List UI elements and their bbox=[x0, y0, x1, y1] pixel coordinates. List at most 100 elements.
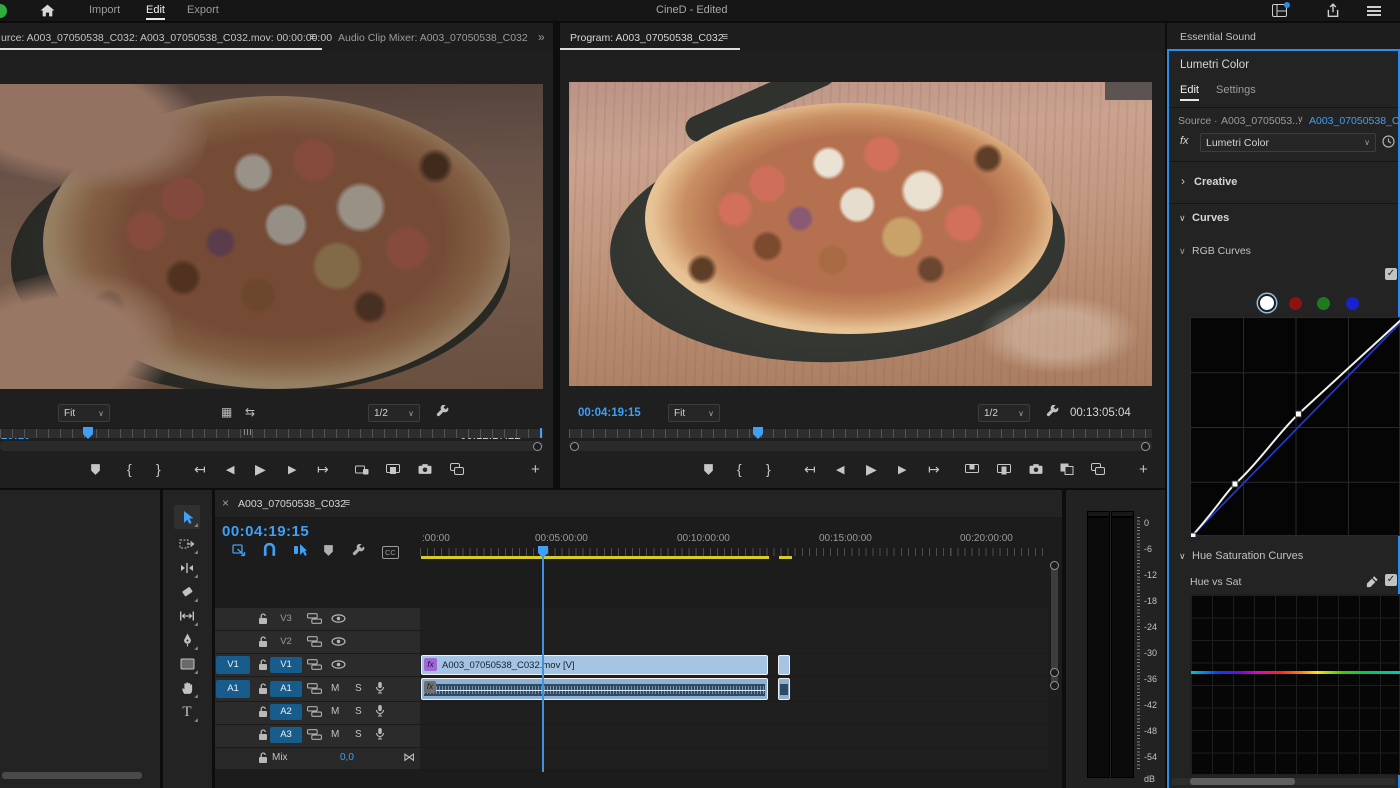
lock-icon[interactable] bbox=[258, 659, 268, 671]
goto-in-button[interactable]: ↤ bbox=[194, 461, 206, 478]
timeline-panel-menu-icon[interactable]: ≡ bbox=[344, 497, 350, 509]
lumetri-effect-select[interactable]: Lumetri Color ∨ bbox=[1200, 133, 1376, 152]
button-editor-plus[interactable]: + bbox=[1139, 461, 1148, 478]
lumetri-master-clip[interactable]: A003_07050538_C0 bbox=[1309, 115, 1399, 127]
goto-out-button[interactable]: ↦ bbox=[928, 461, 940, 478]
goto-in-button[interactable]: ↤ bbox=[804, 461, 816, 478]
button-editor-plus[interactable]: + bbox=[531, 461, 540, 478]
lock-icon[interactable] bbox=[258, 683, 268, 695]
ripple-edit-tool[interactable] bbox=[174, 556, 200, 580]
lumetri-tab-settings[interactable]: Settings bbox=[1216, 84, 1256, 96]
step-back-button[interactable]: ◀ bbox=[836, 463, 844, 476]
track-lane-mix[interactable] bbox=[420, 748, 1048, 769]
lock-icon[interactable] bbox=[258, 752, 268, 764]
tab-program[interactable]: Program: A003_07050538_C032 bbox=[570, 32, 724, 44]
program-time-ruler[interactable] bbox=[569, 428, 1152, 438]
menu-edit[interactable]: Edit bbox=[146, 4, 165, 20]
app-menu-icon[interactable] bbox=[1366, 5, 1382, 17]
program-wrench-icon[interactable] bbox=[1046, 405, 1059, 418]
extract-icon[interactable] bbox=[386, 464, 400, 475]
source-more-tabs-icon[interactable]: » bbox=[538, 30, 545, 44]
mark-in-button[interactable]: { bbox=[127, 461, 132, 477]
selection-tool[interactable] bbox=[174, 505, 200, 529]
effect-clock-icon[interactable] bbox=[1382, 135, 1395, 148]
curve-channel-red[interactable] bbox=[1289, 297, 1302, 310]
chevron-right-icon[interactable]: › bbox=[1181, 174, 1185, 188]
timeline-handle-3[interactable] bbox=[1050, 681, 1059, 690]
menu-import[interactable]: Import bbox=[89, 4, 120, 16]
curve-channel-blue[interactable] bbox=[1346, 297, 1359, 310]
source-video-frame[interactable] bbox=[0, 84, 543, 389]
section-creative[interactable]: Creative bbox=[1194, 176, 1237, 188]
program-resolution-select[interactable]: 1/2 ∨ bbox=[978, 404, 1030, 422]
rgb-curves-checkbox[interactable]: ✓ bbox=[1385, 268, 1397, 280]
captions-icon[interactable]: CC bbox=[382, 546, 399, 559]
program-panel-menu-icon[interactable]: ≡ bbox=[722, 31, 728, 43]
mic-icon[interactable] bbox=[375, 704, 385, 718]
timeline-playhead-line[interactable] bbox=[542, 556, 544, 772]
tab-sequence[interactable]: A003_07050538_C032 bbox=[238, 498, 346, 510]
snap-magnet-icon[interactable] bbox=[263, 543, 276, 557]
hue-spectrum-line[interactable] bbox=[1191, 671, 1400, 674]
rgb-curve-editor[interactable] bbox=[1190, 317, 1400, 536]
play-button[interactable]: ▶ bbox=[255, 461, 266, 478]
mic-icon[interactable] bbox=[375, 681, 385, 695]
keyframe-bowtie-icon[interactable]: ⋈ bbox=[403, 750, 415, 764]
mark-out-button[interactable]: } bbox=[156, 461, 161, 477]
chevron-down-icon[interactable]: ∨ bbox=[1297, 114, 1304, 125]
tab-source[interactable]: urce: A003_07050538_C032: A003_07050538_… bbox=[1, 32, 332, 44]
eye-icon[interactable] bbox=[331, 637, 346, 646]
source-compare-icon[interactable]: ⇆ bbox=[245, 405, 255, 419]
step-forward-button[interactable]: ▶ bbox=[898, 463, 906, 476]
program-timecode[interactable]: 00:04:19:15 bbox=[578, 407, 641, 419]
timeline-settings-wrench-icon[interactable] bbox=[352, 544, 365, 557]
lock-icon[interactable] bbox=[258, 706, 268, 718]
add-marker-icon[interactable] bbox=[323, 544, 334, 557]
program-fit-select[interactable]: Fit ∨ bbox=[668, 404, 720, 422]
section-hue-saturation-curves[interactable]: Hue Saturation Curves bbox=[1192, 550, 1303, 562]
chevron-down-icon[interactable]: ∨ bbox=[1179, 246, 1186, 257]
hue-vs-sat-checkbox[interactable]: ✓ bbox=[1385, 574, 1397, 586]
step-forward-button[interactable]: ▶ bbox=[288, 463, 296, 476]
solo-button[interactable]: S bbox=[355, 729, 362, 740]
lift-icon[interactable] bbox=[965, 464, 979, 475]
track-select-forward-tool[interactable] bbox=[174, 532, 200, 556]
track-label-a2[interactable]: A2 bbox=[270, 704, 302, 720]
curve-channel-white[interactable] bbox=[1260, 296, 1274, 310]
nest-toggle-icon[interactable] bbox=[232, 544, 246, 557]
sync-lock-icon[interactable] bbox=[307, 613, 322, 624]
program-zoom-scrollbar[interactable] bbox=[569, 441, 1152, 451]
type-tool[interactable]: T bbox=[174, 700, 200, 724]
razor-tool[interactable] bbox=[174, 580, 200, 604]
comparison-view-icon[interactable] bbox=[450, 463, 464, 475]
step-back-button[interactable]: ◀ bbox=[226, 463, 234, 476]
hand-tool[interactable] bbox=[174, 676, 200, 700]
mute-button[interactable]: M bbox=[331, 706, 339, 717]
multicam-icon[interactable] bbox=[1060, 463, 1074, 475]
slip-tool[interactable] bbox=[174, 604, 200, 628]
linked-selection-icon[interactable] bbox=[293, 543, 308, 557]
audio-clip-fragment[interactable] bbox=[778, 678, 790, 700]
mute-button[interactable]: M bbox=[331, 729, 339, 740]
source-wrench-icon[interactable] bbox=[436, 405, 449, 418]
add-marker-icon[interactable] bbox=[90, 463, 101, 476]
track-label-a3[interactable]: A3 bbox=[270, 727, 302, 743]
chevron-down-icon[interactable]: ∨ bbox=[1179, 551, 1186, 562]
work-area-bar[interactable] bbox=[421, 556, 769, 559]
source-resolution-select[interactable]: 1/2 ∨ bbox=[368, 404, 420, 422]
track-label-v1[interactable]: V1 bbox=[270, 657, 302, 673]
program-playhead-marker[interactable] bbox=[752, 427, 764, 439]
source-settings-grid-icon[interactable]: ▦ bbox=[221, 405, 232, 419]
insert-icon[interactable] bbox=[355, 464, 369, 475]
mark-out-button[interactable]: } bbox=[766, 461, 771, 477]
lumetri-hscrollbar-thumb[interactable] bbox=[1190, 778, 1295, 785]
sync-lock-icon[interactable] bbox=[307, 683, 322, 694]
source-playhead-marker[interactable] bbox=[82, 427, 94, 439]
program-scrollbar-left-handle[interactable] bbox=[570, 442, 579, 451]
source-zoom-scrollbar[interactable] bbox=[0, 441, 543, 451]
sync-lock-icon[interactable] bbox=[307, 659, 322, 670]
program-scrollbar-right-handle[interactable] bbox=[1141, 442, 1150, 451]
source-panel-menu-icon[interactable]: ≡ bbox=[310, 31, 316, 43]
lumetri-tab-edit[interactable]: Edit bbox=[1180, 84, 1199, 101]
audio-clip[interactable]: fx bbox=[421, 678, 768, 700]
